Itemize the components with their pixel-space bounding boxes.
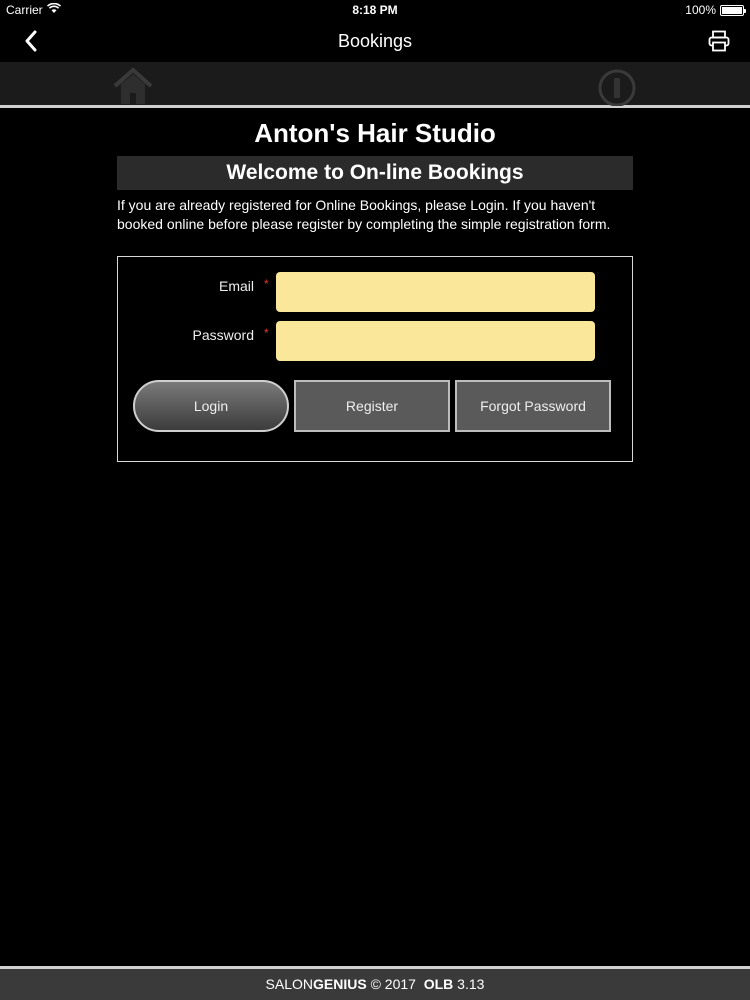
required-marker: * bbox=[264, 277, 269, 291]
welcome-heading: Welcome to On-line Bookings bbox=[117, 156, 633, 190]
battery-percent: 100% bbox=[685, 3, 716, 17]
copyright-text: © 2017 bbox=[366, 976, 420, 992]
studio-name: Anton's Hair Studio bbox=[254, 118, 496, 148]
info-icon[interactable] bbox=[594, 66, 640, 107]
login-form: Email * Password * Login Register Forgot… bbox=[117, 256, 633, 462]
email-row: Email * bbox=[118, 272, 632, 312]
password-row: Password * bbox=[118, 321, 632, 361]
email-field[interactable] bbox=[276, 272, 595, 312]
product-name: OLB bbox=[423, 976, 454, 992]
brand-name: GENIUS bbox=[313, 976, 367, 992]
battery-icon bbox=[720, 4, 746, 16]
home-icon[interactable] bbox=[110, 66, 156, 106]
required-marker: * bbox=[264, 326, 269, 340]
status-time: 8:18 PM bbox=[352, 3, 398, 17]
brand-prefix: SALON bbox=[265, 976, 314, 992]
icon-toolbar bbox=[0, 62, 750, 108]
register-button[interactable]: Register bbox=[294, 380, 450, 432]
main-content: Anton's Hair Studio Welcome to On-line B… bbox=[117, 116, 633, 462]
status-right: 100% bbox=[685, 3, 746, 17]
printer-icon[interactable] bbox=[704, 26, 734, 56]
intro-text: If you are already registered for Online… bbox=[117, 197, 611, 232]
email-label: Email bbox=[218, 278, 254, 294]
password-field[interactable] bbox=[276, 321, 595, 361]
footer: SALONGENIUS © 2017 OLB 3.13 bbox=[0, 966, 750, 1000]
forgot-password-button[interactable]: Forgot Password bbox=[455, 380, 611, 432]
status-bar: Carrier 8:18 PM 100% bbox=[0, 0, 750, 20]
nav-bar: Bookings bbox=[0, 20, 750, 62]
password-label: Password bbox=[192, 327, 254, 343]
login-button[interactable]: Login bbox=[133, 380, 289, 432]
version-text: 3.13 bbox=[453, 976, 485, 992]
page-title: Bookings bbox=[337, 31, 413, 51]
